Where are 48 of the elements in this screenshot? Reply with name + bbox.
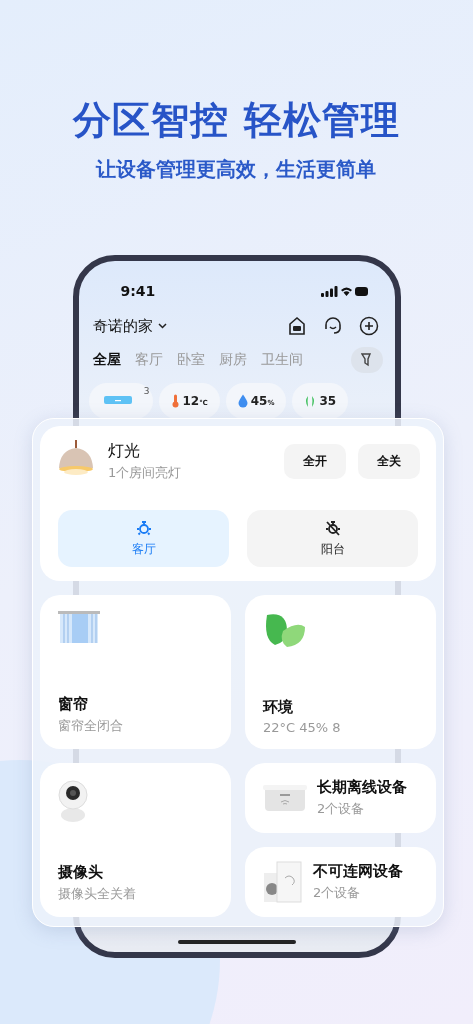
room-light-button[interactable]: 客厅 <box>58 510 229 567</box>
bulb-off-icon <box>323 519 342 537</box>
sensor-chip[interactable]: 35 <box>292 383 349 419</box>
device-status: 摄像头全关着 <box>58 885 136 903</box>
headline: 分区智控 轻松管理 <box>73 97 400 144</box>
device-title: 长期离线设备 <box>317 778 407 797</box>
bulb-icon <box>134 519 153 537</box>
air-conditioner-icon <box>102 395 133 407</box>
device-title: 窗帘 <box>58 695 89 714</box>
device-card[interactable]: 窗帘 窗帘全闭合 <box>40 595 231 749</box>
device-status: 窗帘全闭合 <box>58 717 123 735</box>
device-card[interactable]: 长期离线设备 2个设备 <box>245 763 436 833</box>
lighting-title: 灯光 <box>108 440 141 462</box>
light-toggle-button[interactable]: 全开 <box>284 443 346 479</box>
device-count: 3 <box>143 386 150 396</box>
washer-fridge-icon <box>263 861 303 903</box>
device-title: 不可连网设备 <box>313 862 403 881</box>
subheadline: 让设备管理更高效，生活更简单 <box>94 156 378 183</box>
sensor-chip[interactable]: 3 <box>88 383 153 419</box>
filter-button[interactable] <box>350 347 383 373</box>
leaf-icon <box>304 394 317 408</box>
air-quality-value: 35 <box>319 394 337 408</box>
headset-icon[interactable] <box>322 316 343 336</box>
thermometer-icon <box>170 394 180 408</box>
filter-icon <box>360 353 373 367</box>
device-title: 环境 <box>263 698 294 717</box>
room-light-button[interactable]: 阳台 <box>247 510 418 567</box>
house-3d-icon[interactable] <box>286 316 307 336</box>
device-title: 摄像头 <box>58 863 104 882</box>
hub-box-icon <box>263 783 307 813</box>
droplet-icon <box>237 394 248 408</box>
device-status: 22°C 45% 8 <box>263 720 341 735</box>
room-tab[interactable]: 全屋 <box>92 351 121 369</box>
device-card[interactable]: 不可连网设备 2个设备 <box>245 847 436 917</box>
light-toggle-button[interactable]: 全关 <box>358 443 420 479</box>
leaves-icon <box>263 611 307 649</box>
lighting-status: 1个房间亮灯 <box>108 463 183 482</box>
device-status: 2个设备 <box>317 800 366 818</box>
add-icon[interactable] <box>358 316 379 336</box>
status-icons <box>320 285 369 297</box>
device-card[interactable]: 环境 22°C 45% 8 <box>245 595 436 749</box>
status-time: 9:41 <box>120 283 156 299</box>
curtain-icon <box>58 611 100 643</box>
camera-icon <box>58 779 88 823</box>
device-status: 2个设备 <box>313 884 362 902</box>
device-card[interactable]: 摄像头 摄像头全关着 <box>40 763 231 917</box>
home-selector[interactable]: 奇诺的家 <box>92 316 167 336</box>
caret-icon <box>157 323 167 329</box>
